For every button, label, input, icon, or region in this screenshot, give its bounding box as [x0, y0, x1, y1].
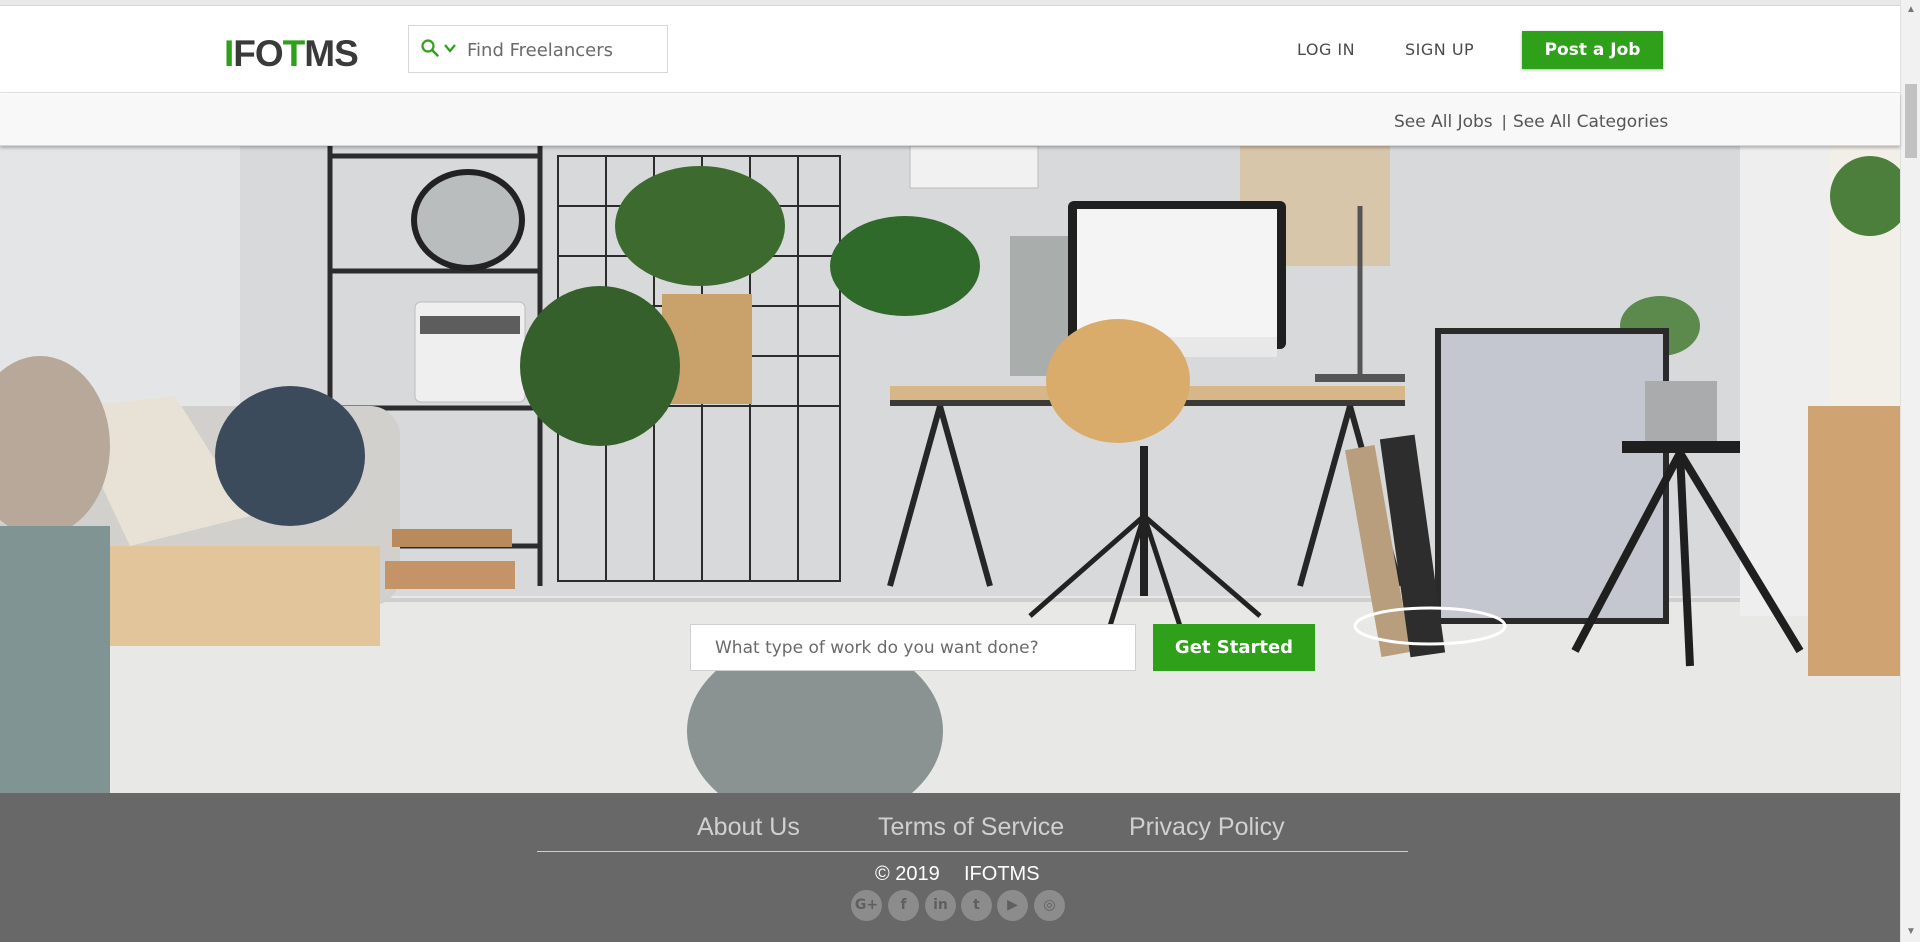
- post-a-job-button[interactable]: Post a Job: [1522, 31, 1663, 69]
- hero-banner: What type of work do you want done? Get …: [0, 146, 1900, 793]
- work-type-placeholder: What type of work do you want done?: [715, 638, 1039, 658]
- privacy-policy-link[interactable]: Privacy Policy: [1129, 813, 1285, 842]
- work-type-input[interactable]: What type of work do you want done?: [690, 624, 1136, 671]
- instagram-icon[interactable]: ◎: [1034, 890, 1065, 921]
- subnav-separator: |: [1502, 112, 1507, 131]
- see-all-jobs-link[interactable]: See All Jobs: [1394, 112, 1493, 132]
- login-link[interactable]: LOG IN: [1297, 40, 1355, 59]
- footer: About Us Terms of Service Privacy Policy…: [0, 793, 1900, 942]
- copyright-brand: IFOTMS: [964, 863, 1040, 885]
- find-freelancers-search[interactable]: Find Freelancers: [408, 25, 668, 73]
- top-navbar: IFOTMS Find Freelancers LOG IN SIGN UP P…: [0, 6, 1900, 93]
- footer-divider: [537, 851, 1408, 852]
- hero-background-image: [0, 146, 1900, 793]
- terms-of-service-link[interactable]: Terms of Service: [878, 813, 1064, 842]
- page-scrollbar[interactable]: ▲ ▼: [1900, 0, 1920, 942]
- logo-letters-fo: FO: [233, 33, 283, 74]
- search-icon[interactable]: [421, 39, 439, 57]
- see-all-categories-link[interactable]: See All Categories: [1513, 112, 1668, 132]
- scrollbar-thumb[interactable]: [1905, 84, 1917, 158]
- sub-navbar: See All Jobs | See All Categories: [0, 93, 1900, 146]
- youtube-icon[interactable]: ▶: [997, 890, 1028, 921]
- logo-letter-t: T: [282, 33, 306, 74]
- site-logo[interactable]: IFOTMS: [224, 33, 359, 74]
- get-started-button[interactable]: Get Started: [1153, 624, 1315, 671]
- logo-letters-ms: MS: [304, 33, 358, 74]
- signup-link[interactable]: SIGN UP: [1405, 40, 1474, 59]
- twitter-icon[interactable]: t: [961, 890, 992, 921]
- facebook-icon[interactable]: f: [888, 890, 919, 921]
- chevron-down-icon[interactable]: [443, 41, 457, 55]
- copyright-year: © 2019: [875, 863, 940, 885]
- about-us-link[interactable]: About Us: [697, 813, 800, 842]
- google-plus-icon[interactable]: G+: [851, 890, 882, 921]
- logo-letter-i: I: [224, 33, 234, 74]
- search-input[interactable]: Find Freelancers: [467, 40, 613, 61]
- scroll-down-arrow-icon[interactable]: ▼: [1905, 926, 1917, 938]
- linkedin-icon[interactable]: in: [925, 890, 956, 921]
- scroll-up-arrow-icon[interactable]: ▲: [1905, 4, 1917, 16]
